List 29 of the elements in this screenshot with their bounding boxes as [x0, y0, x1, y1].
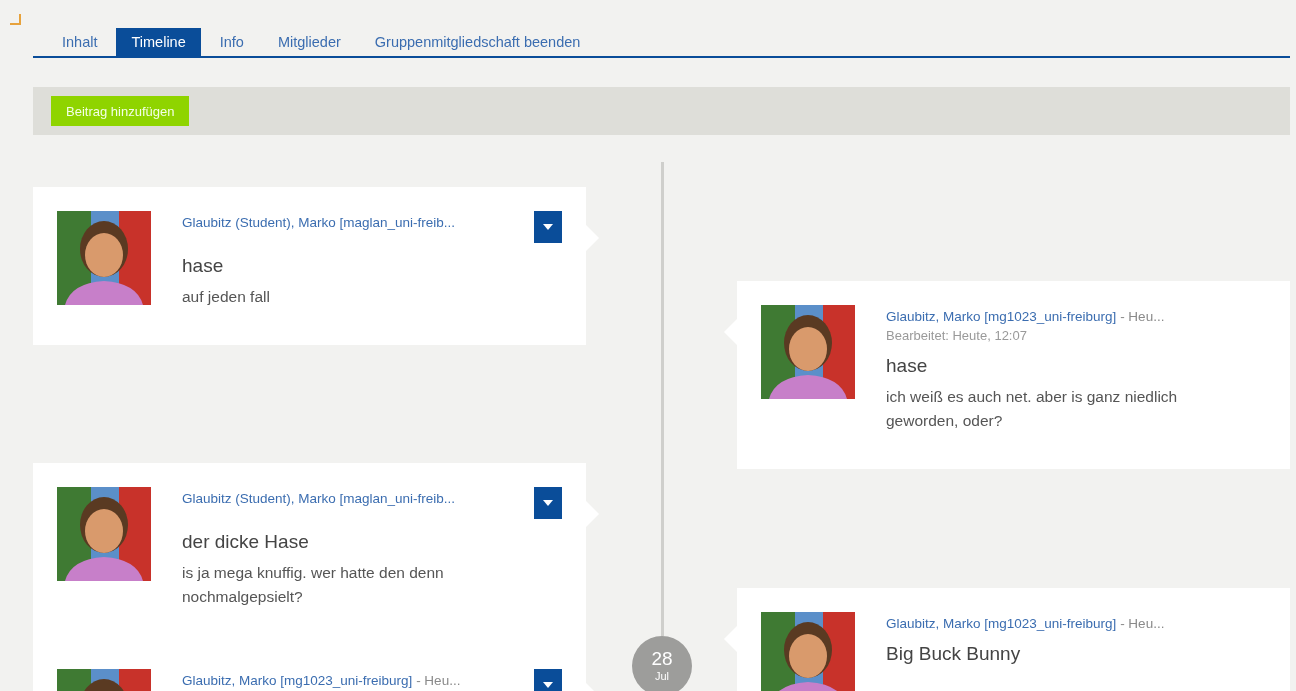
- tab[interactable]: Info: [204, 28, 259, 56]
- post-body: ich weiß es auch net. aber is ganz niedlich geworden, oder?: [886, 387, 1179, 431]
- tab[interactable]: Mitglieder: [262, 28, 356, 56]
- edited-time: Bearbeitet: Heute, 12:07: [886, 328, 1028, 343]
- caret-icon: [543, 224, 553, 230]
- tab[interactable]: Gruppenmitgliedschaft beenden: [359, 28, 596, 56]
- post-title: Big Buck Bunny: [886, 643, 1022, 665]
- dropdown-button[interactable]: [534, 487, 562, 519]
- post-time: - Heu...: [1119, 616, 1165, 631]
- author-link[interactable]: Glaubitz (Student), Marko [maglan_uni-freib...: [182, 215, 456, 230]
- author-link[interactable]: Glaubitz, Marko [mg1023_uni-freiburg]: [886, 616, 1117, 631]
- caret-icon: [543, 500, 553, 506]
- corner-mark-icon: [10, 14, 21, 25]
- post-time: - Heu...: [415, 673, 461, 688]
- post-body: auf jeden fall: [182, 287, 271, 307]
- caret-icon: [543, 682, 553, 688]
- post-title: der dicke Hase: [182, 531, 310, 553]
- author-link[interactable]: Glaubitz, Marko [mg1023_uni-freiburg]: [886, 309, 1117, 324]
- dropdown-button[interactable]: [534, 211, 562, 243]
- author-link[interactable]: Glaubitz, Marko [mg1023_uni-freiburg]: [182, 673, 413, 688]
- post-body: is ja mega knuffig. wer hatte den denn nochmalgepsielt?: [182, 563, 445, 607]
- date-month: Jul: [654, 669, 670, 683]
- tab[interactable]: Inhalt: [47, 28, 113, 56]
- author-link[interactable]: Glaubitz (Student), Marko [maglan_uni-freib...: [182, 491, 456, 506]
- tab[interactable]: Timeline: [116, 28, 201, 56]
- post-title: hase: [886, 355, 929, 377]
- date-day: 28: [651, 649, 673, 669]
- post-title: hase: [182, 255, 225, 277]
- post-time: - Heu...: [1119, 309, 1165, 324]
